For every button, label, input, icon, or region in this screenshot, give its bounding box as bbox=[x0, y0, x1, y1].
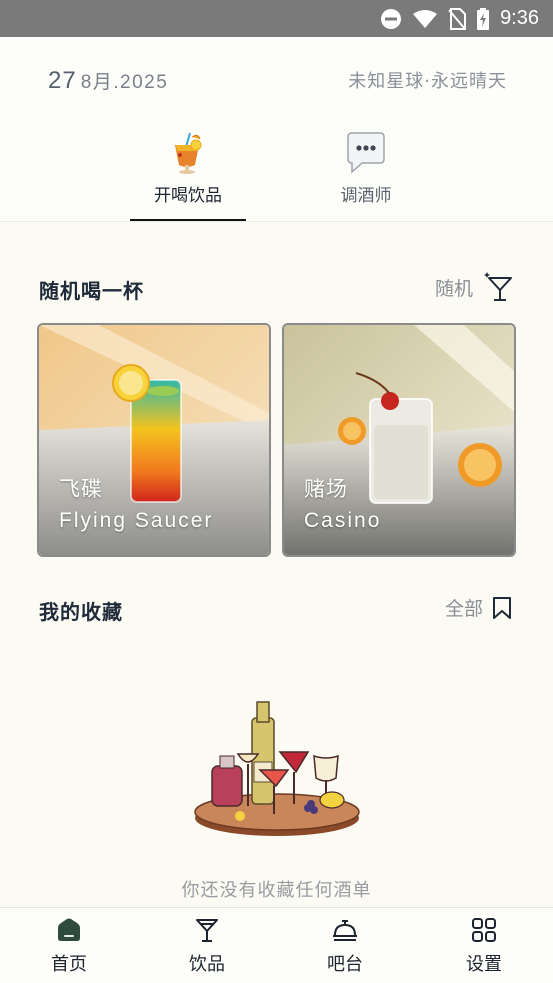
top-tabs: 开喝饮品 调酒师 bbox=[0, 127, 553, 223]
drink-card-text: 飞碟 Flying Saucer bbox=[59, 473, 213, 533]
date-month-year: 8月.2025 bbox=[80, 72, 169, 93]
nav-drinks[interactable]: 饮品 bbox=[157, 908, 257, 983]
do-not-disturb-icon bbox=[381, 8, 402, 29]
tab-drinks[interactable]: 开喝饮品 bbox=[130, 127, 246, 223]
home-icon bbox=[58, 918, 80, 941]
drink-name-cn: 赌场 bbox=[304, 477, 348, 501]
header-divider bbox=[0, 221, 553, 222]
service-bell-icon bbox=[333, 920, 357, 941]
date-display: 27 8月.2025 bbox=[48, 67, 168, 95]
wifi-icon bbox=[413, 9, 438, 28]
favorites-all-button[interactable]: 全部 bbox=[445, 594, 513, 621]
nav-bar[interactable]: 吧台 bbox=[295, 908, 395, 983]
status-time: 9:36 bbox=[500, 7, 539, 29]
weather-text: 未知星球·永远晴天 bbox=[348, 71, 507, 92]
empty-favorites-illustration bbox=[194, 701, 360, 836]
grid-icon bbox=[472, 918, 496, 942]
header: 27 8月.2025 未知星球·永远晴天 开喝饮品 调酒师 bbox=[0, 37, 553, 222]
drink-card-text: 赌场 Casino bbox=[304, 473, 381, 533]
random-section-title: 随机喝一杯 bbox=[39, 279, 144, 303]
drink-name-en: Casino bbox=[304, 509, 382, 532]
bottom-nav: 首页 饮品 吧台 设置 bbox=[0, 907, 553, 983]
drink-card-casino[interactable]: 赌场 Casino bbox=[282, 323, 516, 557]
no-sim-icon bbox=[448, 7, 467, 30]
tab-bartender[interactable]: 调酒师 bbox=[308, 127, 424, 223]
sparkle-cocktail-icon bbox=[484, 272, 512, 301]
drink-name-en: Flying Saucer bbox=[59, 509, 214, 532]
status-bar: 9:36 bbox=[0, 0, 553, 37]
nav-settings[interactable]: 设置 bbox=[434, 908, 534, 983]
nav-label: 吧台 bbox=[327, 954, 363, 975]
favorites-section-title: 我的收藏 bbox=[39, 600, 123, 624]
nav-label: 首页 bbox=[51, 954, 87, 975]
speech-bubble-icon bbox=[347, 132, 385, 174]
status-icons: 9:36 bbox=[380, 0, 539, 37]
tab-label: 开喝饮品 bbox=[154, 186, 222, 206]
battery-charging-icon bbox=[477, 7, 490, 30]
cocktail-glass-icon bbox=[196, 919, 218, 942]
nav-label: 设置 bbox=[466, 954, 502, 975]
tab-label: 调酒师 bbox=[340, 186, 392, 206]
empty-favorites-text: 你还没有收藏任何酒单 bbox=[181, 880, 372, 901]
tropical-drink-icon bbox=[175, 132, 202, 174]
drink-name-cn: 飞碟 bbox=[59, 477, 103, 501]
random-button[interactable]: 随机 bbox=[435, 272, 513, 302]
random-button-label: 随机 bbox=[434, 277, 473, 300]
drink-card-flying-saucer[interactable]: 飞碟 Flying Saucer bbox=[37, 323, 271, 557]
nav-home[interactable]: 首页 bbox=[19, 908, 119, 983]
date-day: 27 bbox=[48, 67, 77, 94]
nav-label: 饮品 bbox=[189, 954, 225, 975]
bookmark-icon bbox=[493, 596, 511, 619]
favorites-all-label: 全部 bbox=[444, 598, 483, 620]
